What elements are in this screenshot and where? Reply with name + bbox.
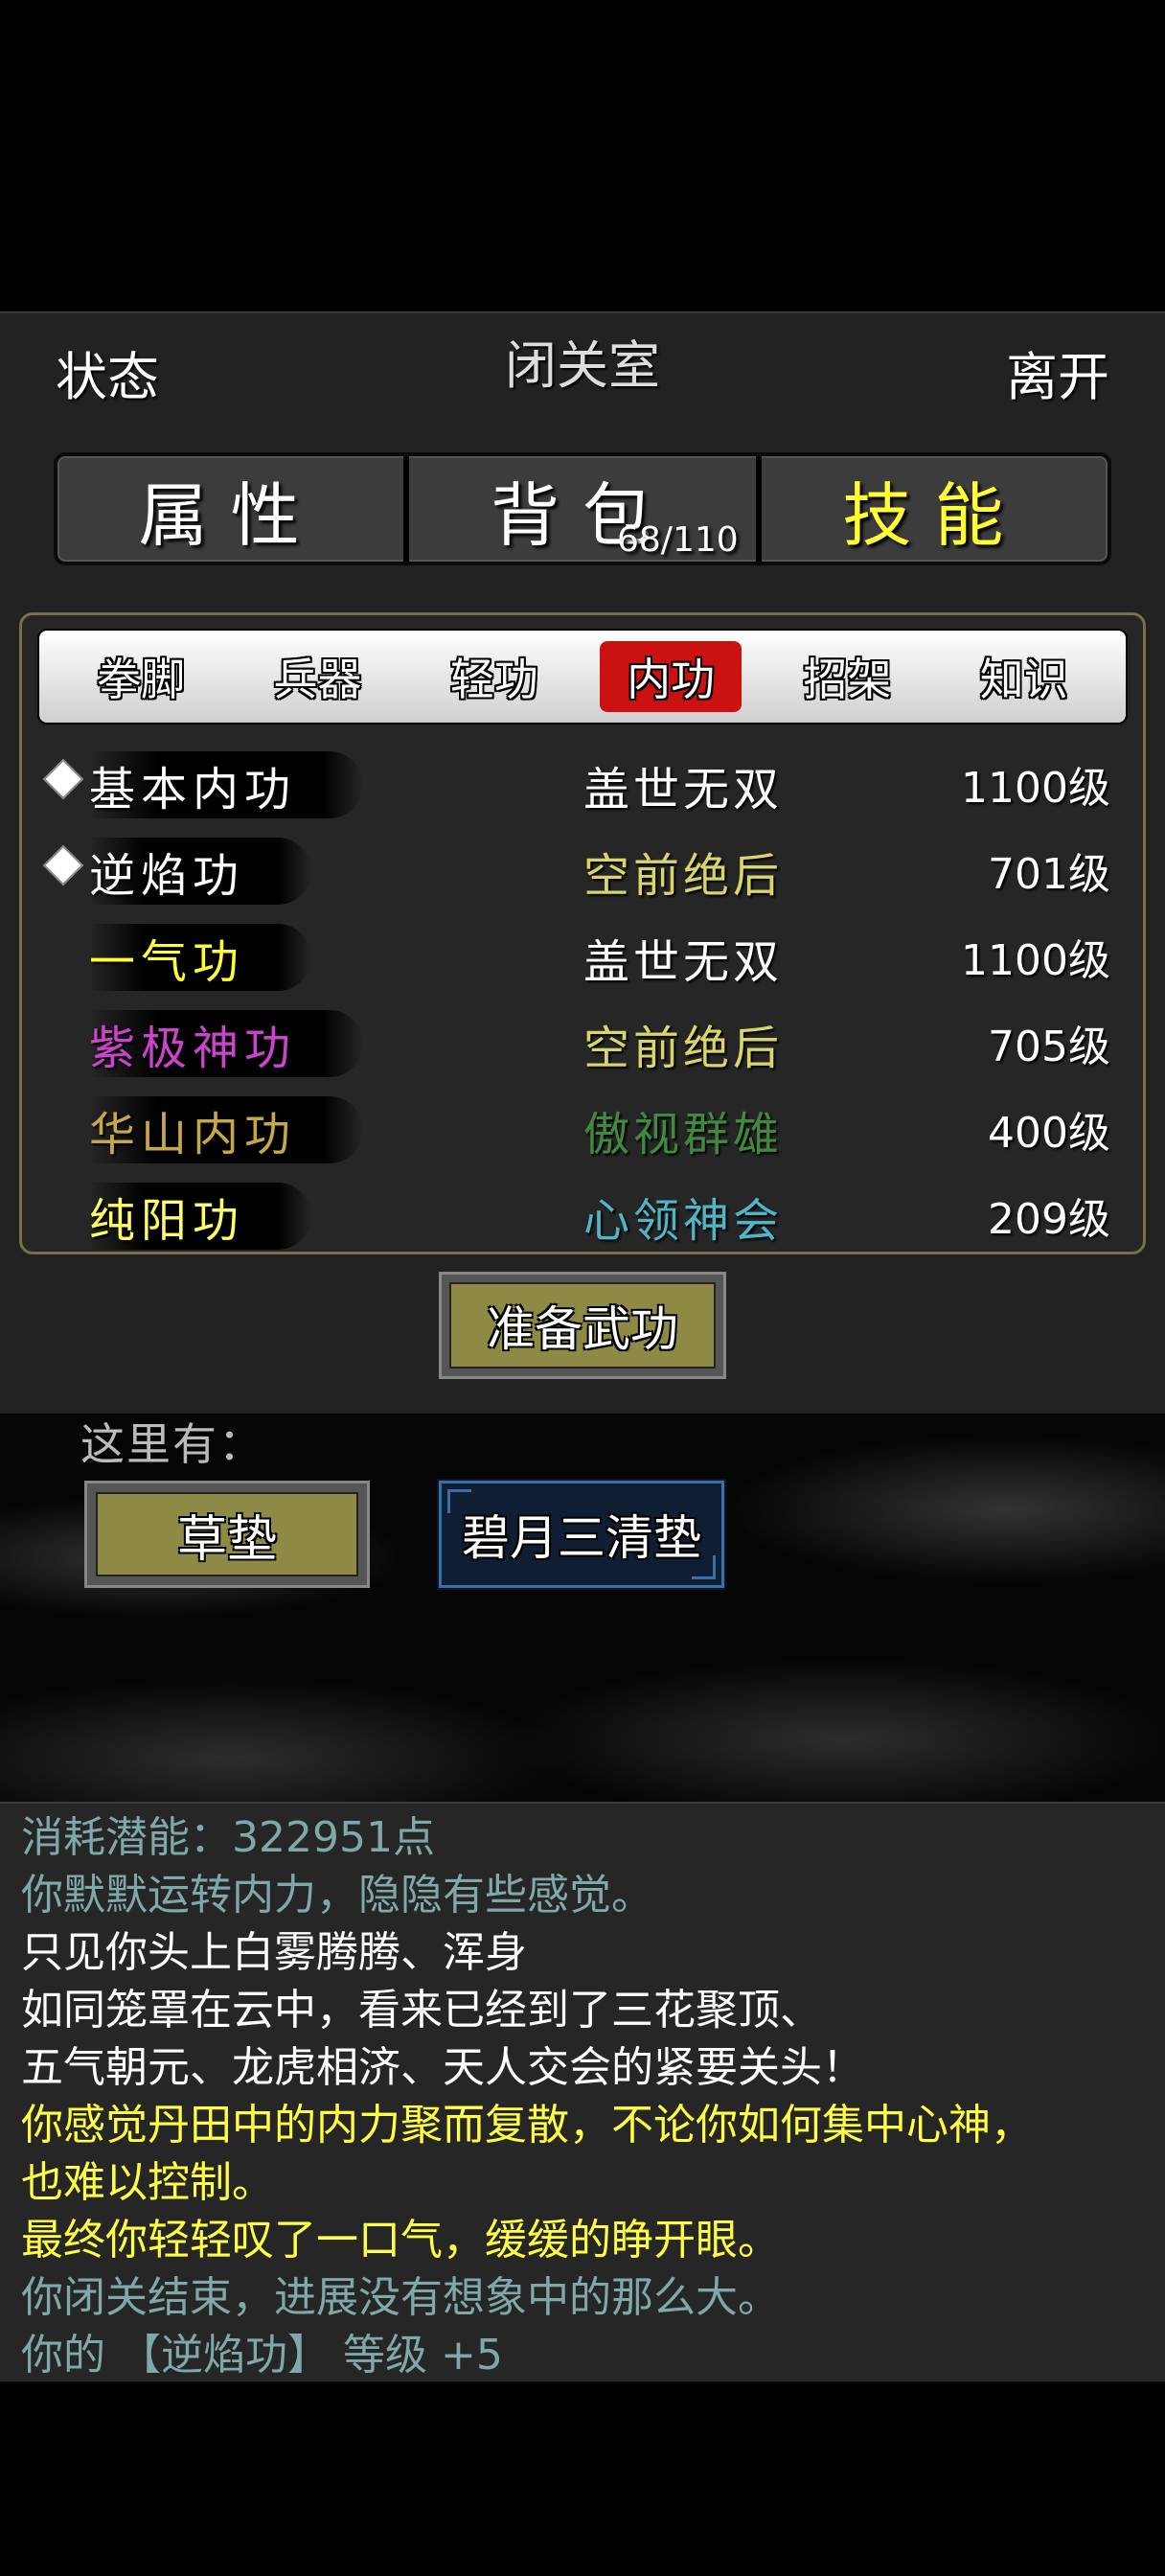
log-line: 消耗潜能：322951点 (21, 1813, 435, 1862)
tab-label: 属性 (138, 474, 323, 556)
object-straw-mat[interactable]: 草垫 (84, 1481, 370, 1588)
skill-row[interactable]: 一气功 盖世无双 1100级 (22, 916, 1149, 1002)
tab-inventory[interactable]: 背包 68/110 (403, 456, 755, 562)
skill-name: 逆焰功 (89, 838, 312, 905)
skill-name: 纯阳功 (89, 1183, 312, 1250)
skill-row[interactable]: 纯阳功 心领神会 209级 (22, 1175, 1149, 1261)
object-label: 草垫 (96, 1492, 358, 1576)
skill-level: 705级 (988, 1023, 1110, 1071)
skill-tab-fist[interactable]: 拳脚 (70, 641, 212, 712)
here-label: 这里有： (80, 1418, 264, 1470)
equipped-diamond-icon (42, 758, 84, 800)
skill-grade: 空前绝后 (582, 849, 783, 903)
skill-level: 400级 (988, 1109, 1110, 1158)
main-tabs: 属性 背包 68/110 技能 (54, 452, 1111, 565)
skill-tab-parry[interactable]: 招架 (776, 641, 918, 712)
skill-tab-lightness[interactable]: 轻功 (423, 641, 565, 712)
tab-attributes[interactable]: 属性 (57, 456, 403, 562)
skill-row[interactable]: 紫极神功 空前绝后 705级 (22, 1002, 1149, 1089)
room-scene: 这里有： 草垫 碧月三清垫 (0, 1414, 1165, 1802)
skill-grade: 傲视群雄 (582, 1108, 783, 1162)
log-line: 如同笼罩在云中，看来已经到了三花聚顶、 (21, 1986, 822, 2035)
tab-skills[interactable]: 技能 (755, 456, 1108, 562)
log-line: 最终你轻轻叹了一口气，缓缓的睁开眼。 (21, 2216, 780, 2265)
skill-name: 华山内功 (89, 1096, 364, 1163)
skills-panel: 状态 闭关室 离开 属性 背包 68/110 技能 拳脚 兵器 轻功 内功 招架 … (0, 311, 1165, 1415)
prepare-skills-label: 准备武功 (449, 1282, 716, 1368)
message-log[interactable]: 消耗潜能：322951点 你默默运转内力，隐隐有些感觉。 只见你头上白雾腾腾、浑… (0, 1802, 1165, 2381)
skill-grade: 空前绝后 (582, 1022, 783, 1075)
equipped-diamond-icon (42, 844, 84, 886)
log-line: 你感觉丹田中的内力聚而复散，不论你如何集中心神， (21, 2101, 1033, 2150)
log-line: 你默默运转内力，隐隐有些感觉。 (21, 1871, 653, 1920)
skill-level: 209级 (988, 1195, 1110, 1244)
log-line: 五气朝元、龙虎相济、天人交会的紧要关头！ (21, 2043, 864, 2092)
skill-grade: 盖世无双 (582, 935, 783, 989)
log-line: 你的 【逆焰功】 等级 +5 (21, 2331, 503, 2380)
skill-tab-internal[interactable]: 内功 (600, 641, 742, 712)
skill-row[interactable]: 基本内功 盖世无双 1100级 (22, 744, 1149, 830)
skill-grade: 盖世无双 (582, 763, 783, 816)
log-line: 也难以控制。 (21, 2158, 274, 2207)
skill-level: 1100级 (961, 936, 1110, 985)
skill-row[interactable]: 华山内功 傲视群雄 400级 (22, 1089, 1149, 1175)
skill-list-box: 拳脚 兵器 轻功 内功 招架 知识 基本内功 盖世无双 1100级 逆焰功 空前… (19, 612, 1146, 1254)
leave-button[interactable]: 离开 (1006, 334, 1109, 410)
skill-tab-weapon[interactable]: 兵器 (246, 641, 388, 712)
skill-row[interactable]: 逆焰功 空前绝后 701级 (22, 830, 1149, 916)
page-title: 闭关室 (505, 335, 660, 396)
object-label: 碧月三清垫 (462, 1510, 701, 1566)
log-line: 你闭关结束，进展没有想象中的那么大。 (21, 2273, 780, 2322)
skill-name: 紫极神功 (89, 1010, 364, 1077)
tab-label: 技能 (842, 474, 1027, 556)
skill-tab-knowledge[interactable]: 知识 (953, 641, 1095, 712)
skill-grade: 心领神会 (582, 1194, 783, 1248)
prepare-skills-button[interactable]: 准备武功 (439, 1272, 726, 1379)
skill-name: 一气功 (89, 924, 312, 991)
skill-category-tabs: 拳脚 兵器 轻功 内功 招架 知识 (37, 629, 1128, 724)
skill-level: 701级 (988, 850, 1110, 899)
skill-level: 1100级 (961, 764, 1110, 813)
log-line: 只见你头上白雾腾腾、浑身 (21, 1928, 527, 1977)
object-bluemoon-cushion[interactable]: 碧月三清垫 (437, 1479, 726, 1590)
inventory-count: 68/110 (617, 520, 739, 560)
skill-name: 基本内功 (89, 751, 364, 818)
